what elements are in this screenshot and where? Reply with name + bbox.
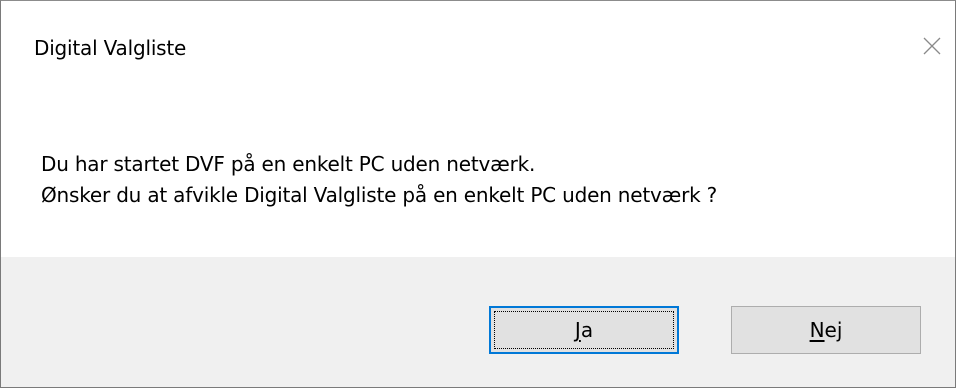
dialog-content: Du har startet DVF på en enkelt PC uden …	[1, 93, 955, 257]
button-bar: Ja Nej	[1, 257, 955, 387]
dialog-title: Digital Valgliste	[34, 36, 187, 60]
no-button[interactable]: Nej	[731, 306, 921, 354]
yes-button-label: Ja	[574, 318, 594, 342]
no-button-label: Nej	[809, 318, 843, 342]
dialog-message: Du har startet DVF på en enkelt PC uden …	[41, 149, 717, 211]
message-line-2: Ønsker du at afvikle Digital Valgliste p…	[41, 183, 718, 207]
message-line-1: Du har startet DVF på en enkelt PC uden …	[41, 152, 536, 176]
close-button[interactable]	[909, 23, 955, 69]
title-bar[interactable]: Digital Valgliste	[1, 1, 955, 93]
message-dialog: Digital Valgliste Du har startet DVF på …	[0, 0, 956, 388]
close-icon	[923, 37, 941, 55]
yes-button[interactable]: Ja	[489, 306, 679, 354]
